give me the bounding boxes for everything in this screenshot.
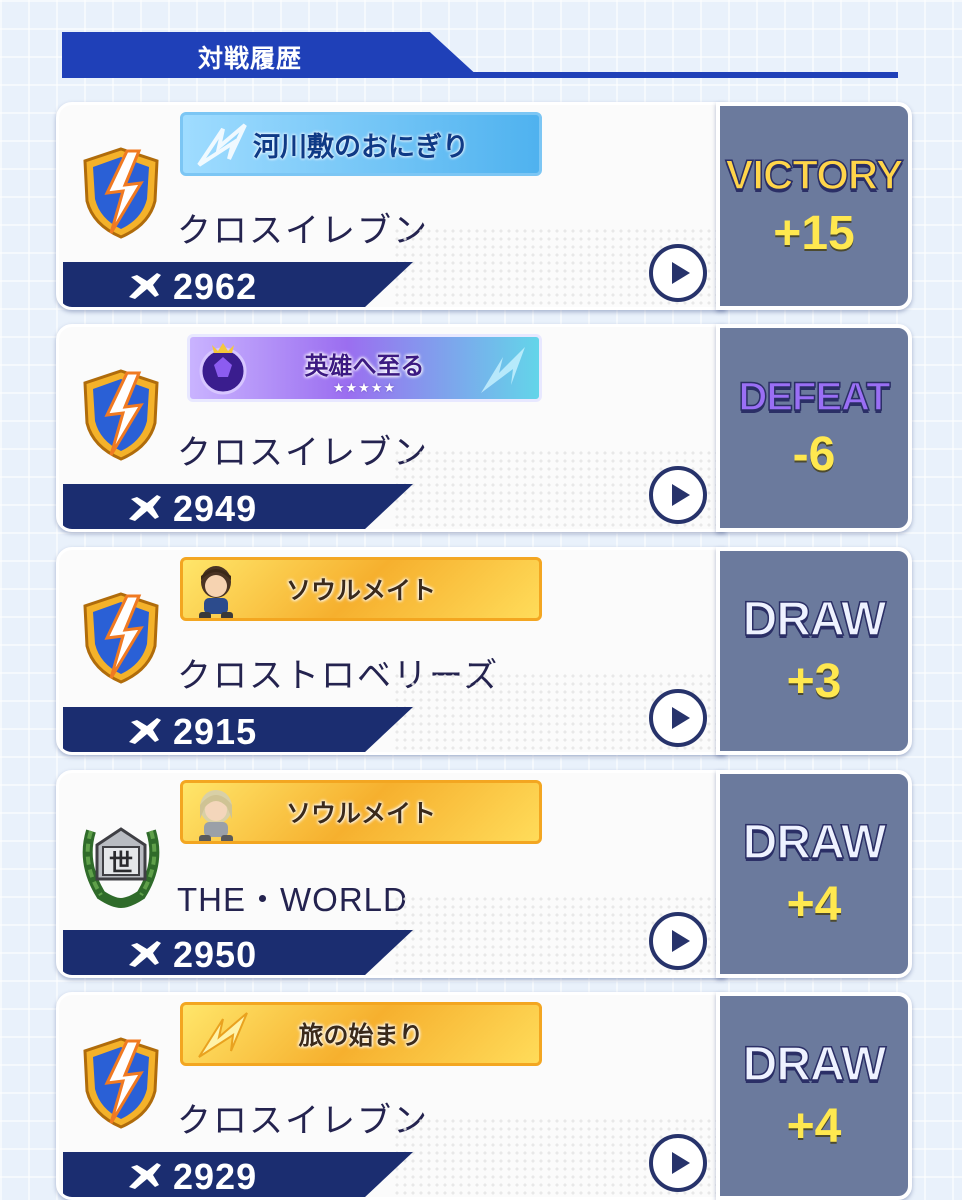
replay-button[interactable] — [649, 466, 707, 524]
team-name: クロスイレブン — [177, 433, 429, 473]
match-row[interactable]: 河川敷のおにぎり クロスイレブン 2962 VICTORY +15 — [56, 102, 912, 310]
result-panel: DRAW +3 — [716, 547, 912, 755]
rating-value: 2929 — [173, 1156, 258, 1197]
result-label: DRAW — [742, 1038, 887, 1091]
title-badge-label: 河川敷のおにぎり — [253, 131, 469, 163]
lightning-bolt-icon — [198, 1012, 248, 1058]
emblem-glyph: 世 — [109, 849, 133, 877]
team-name: クロストロベリーズ — [177, 656, 500, 696]
rating-value: 2950 — [173, 934, 258, 975]
play-icon — [671, 707, 690, 729]
rating-bar: 2915 — [63, 707, 413, 752]
rating-value: 2962 — [173, 266, 258, 307]
play-icon — [671, 930, 690, 952]
lightning-shield-emblem-icon — [83, 1037, 159, 1129]
section-header: 対戦履歴 — [62, 32, 898, 78]
replay-button[interactable] — [649, 1134, 707, 1192]
result-label: DEFEAT — [738, 375, 892, 419]
match-card[interactable]: 旅の始まり クロスイレブン 2929 — [56, 992, 726, 1200]
rating-bar: 2962 — [63, 262, 413, 307]
plane-icon — [129, 941, 161, 967]
plane-icon — [129, 273, 161, 299]
rating-value: 2949 — [173, 488, 258, 529]
match-row[interactable]: 世 ソウルメイト THE・WORLD 2950 DRAW +4 — [56, 770, 912, 978]
laurel-world-emblem-icon: 世 — [82, 827, 160, 909]
title-badge-label: ソウルメイト — [285, 576, 436, 605]
team-name: THE・WORLD — [177, 881, 408, 918]
match-card[interactable]: 河川敷のおにぎり クロスイレブン 2962 — [56, 102, 726, 310]
title-badge-label: 英雄へ至る — [304, 351, 425, 380]
plane-icon — [129, 1163, 161, 1189]
points-change: +4 — [786, 1100, 842, 1153]
result-label: DRAW — [742, 593, 887, 646]
points-change: +15 — [773, 207, 855, 260]
player-title-badge: 英雄へ至る ★★★★★ — [187, 334, 542, 402]
character-avatar-icon — [199, 566, 233, 618]
player-title-badge: 河川敷のおにぎり — [180, 112, 542, 176]
player-title-badge: ソウルメイト — [180, 557, 542, 621]
replay-button[interactable] — [649, 244, 707, 302]
result-label: DRAW — [742, 816, 887, 869]
points-change: +4 — [786, 878, 842, 931]
replay-button[interactable] — [649, 689, 707, 747]
rank-stars: ★★★★★ — [332, 381, 397, 396]
plane-icon — [129, 718, 161, 744]
match-card[interactable]: 世 ソウルメイト THE・WORLD 2950 — [56, 770, 726, 978]
rating-value: 2915 — [173, 711, 258, 752]
match-row[interactable]: ソウルメイト クロストロベリーズ 2915 DRAW +3 — [56, 547, 912, 755]
play-icon — [671, 1152, 690, 1174]
points-change: -6 — [792, 428, 836, 481]
result-panel: DEFEAT -6 — [716, 324, 912, 532]
result-panel: DRAW +4 — [716, 992, 912, 1200]
page-title: 対戦履歴 — [198, 44, 303, 73]
lightning-shield-emblem-icon — [83, 147, 159, 239]
play-icon — [671, 262, 690, 284]
match-card[interactable]: ソウルメイト クロストロベリーズ 2915 — [56, 547, 726, 755]
team-name: クロスイレブン — [177, 211, 429, 251]
lightning-bolt-icon — [197, 123, 247, 167]
lightning-shield-emblem-icon — [83, 369, 159, 461]
player-title-badge: ソウルメイト — [180, 780, 542, 844]
result-label: VICTORY — [725, 151, 905, 198]
match-card[interactable]: 英雄へ至る ★★★★★ クロスイレブン 2949 — [56, 324, 726, 532]
match-row[interactable]: 旅の始まり クロスイレブン 2929 DRAW +4 — [56, 992, 912, 1200]
character-avatar-icon — [199, 790, 233, 841]
plane-icon — [129, 495, 161, 521]
team-name: クロスイレブン — [177, 1101, 429, 1141]
play-icon — [671, 484, 690, 506]
match-row[interactable]: 英雄へ至る ★★★★★ クロスイレブン 2949 DEFEAT -6 — [56, 324, 912, 532]
header-underline — [62, 72, 898, 78]
rating-bar: 2950 — [63, 930, 413, 975]
replay-button[interactable] — [649, 912, 707, 970]
lightning-shield-emblem-icon — [83, 592, 159, 684]
player-title-badge: 旅の始まり — [180, 1002, 542, 1066]
points-change: +3 — [786, 655, 842, 708]
rating-bar: 2929 — [63, 1152, 413, 1197]
result-panel: DRAW +4 — [716, 770, 912, 978]
result-panel: VICTORY +15 — [716, 102, 912, 310]
title-badge-label: ソウルメイト — [285, 799, 436, 828]
rating-bar: 2949 — [63, 484, 413, 529]
title-badge-label: 旅の始まり — [298, 1021, 424, 1050]
